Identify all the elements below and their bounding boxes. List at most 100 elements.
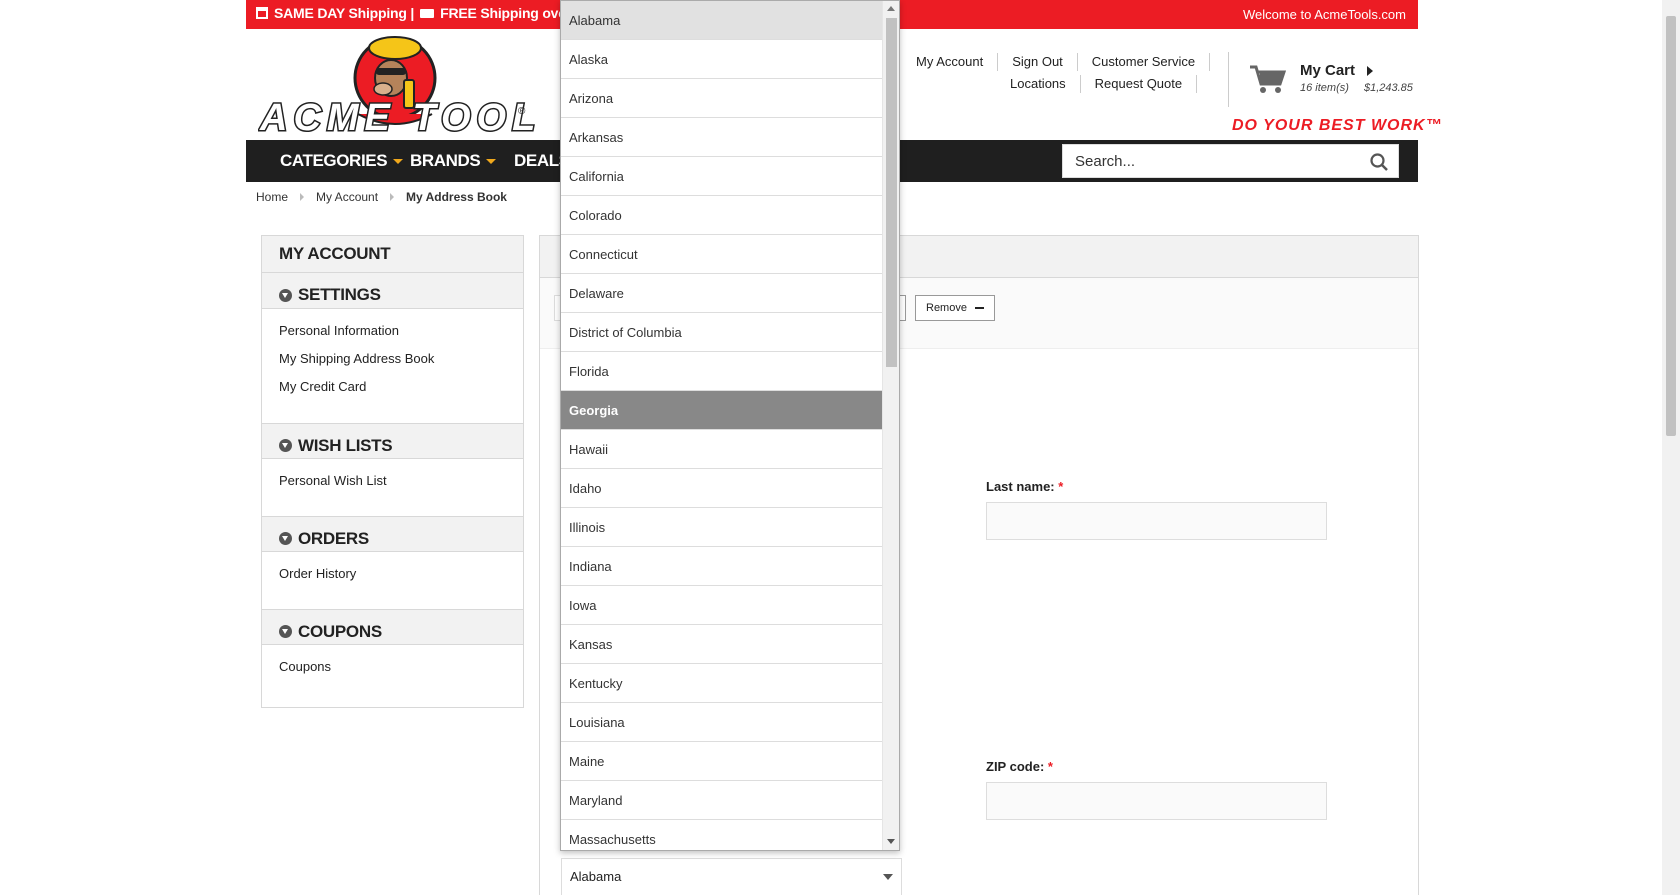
state-option[interactable]: Arizona bbox=[561, 79, 883, 118]
section-settings-body: Personal Information My Shipping Address… bbox=[262, 309, 523, 423]
chevron-down-icon bbox=[883, 874, 893, 880]
state-option[interactable]: Maryland bbox=[561, 781, 883, 820]
sidebar-item-personal-wish-list[interactable]: Personal Wish List bbox=[279, 471, 506, 499]
state-option[interactable]: Massachusetts bbox=[561, 820, 883, 850]
nav-categories-label: CATEGORIES bbox=[280, 151, 388, 170]
svg-text:®: ® bbox=[518, 106, 526, 117]
sign-out-link[interactable]: Sign Out bbox=[998, 53, 1078, 71]
last-name-label: Last name: * bbox=[986, 479, 1063, 494]
search-box bbox=[1062, 144, 1399, 178]
collapse-icon bbox=[279, 288, 292, 302]
zip-code-label: ZIP code: * bbox=[986, 759, 1053, 774]
state-option[interactable]: Alabama bbox=[561, 1, 883, 40]
zip-code-field[interactable] bbox=[986, 782, 1327, 820]
section-settings[interactable]: SETTINGS bbox=[262, 273, 523, 309]
sidebar-title: MY ACCOUNT bbox=[262, 236, 523, 273]
scroll-up-icon[interactable] bbox=[887, 6, 895, 11]
svg-text:ACME TOOLS: ACME TOOLS bbox=[259, 97, 538, 138]
remove-button-label: Remove bbox=[926, 302, 967, 314]
state-option[interactable]: Idaho bbox=[561, 469, 883, 508]
section-settings-title: SETTINGS bbox=[298, 285, 381, 304]
state-option[interactable]: District of Columbia bbox=[561, 313, 883, 352]
state-option[interactable]: Iowa bbox=[561, 586, 883, 625]
dropdown-scrollbar[interactable] bbox=[882, 1, 899, 850]
collapse-icon bbox=[279, 532, 292, 545]
section-orders-title: ORDERS bbox=[298, 528, 369, 548]
cart-total: $1,243.85 bbox=[1363, 82, 1413, 94]
state-option[interactable]: Colorado bbox=[561, 196, 883, 235]
welcome-text: Welcome to AcmeTools.com bbox=[1242, 7, 1406, 22]
state-option[interactable]: Kansas bbox=[561, 625, 883, 664]
locations-link[interactable]: Locations bbox=[996, 75, 1081, 93]
customer-service-link[interactable]: Customer Service bbox=[1078, 53, 1211, 71]
sidebar-item-personal-information[interactable]: Personal Information bbox=[279, 321, 506, 349]
section-coupons-body: Coupons bbox=[262, 645, 523, 697]
collapse-icon bbox=[279, 625, 292, 638]
breadcrumb-separator-icon bbox=[390, 193, 395, 201]
cart-divider bbox=[1228, 52, 1229, 107]
search-icon[interactable] bbox=[1370, 153, 1388, 171]
shopping-cart-icon bbox=[1250, 65, 1286, 93]
remove-address-button[interactable]: Remove bbox=[915, 295, 995, 321]
state-option[interactable]: Arkansas bbox=[561, 118, 883, 157]
section-orders-body: Order History bbox=[262, 552, 523, 609]
last-name-label-text: Last name: bbox=[986, 479, 1055, 494]
nav-categories[interactable]: CATEGORIES bbox=[280, 151, 404, 171]
sidebar-item-shipping-address-book[interactable]: My Shipping Address Book bbox=[279, 349, 506, 377]
chevron-down-icon bbox=[393, 158, 404, 164]
my-account-link[interactable]: My Account bbox=[902, 53, 999, 71]
same-day-shipping-text: SAME DAY Shipping | bbox=[274, 5, 415, 21]
state-option[interactable]: Maine bbox=[561, 742, 883, 781]
request-quote-link[interactable]: Request Quote bbox=[1081, 75, 1198, 93]
state-option[interactable]: Louisiana bbox=[561, 703, 883, 742]
section-orders[interactable]: ORDERS bbox=[262, 516, 523, 552]
shipping-promo[interactable]: SAME DAY Shipping | FREE Shipping over $… bbox=[256, 5, 598, 21]
state-option[interactable]: Illinois bbox=[561, 508, 883, 547]
page-scrollbar-thumb[interactable] bbox=[1666, 16, 1676, 436]
state-option[interactable]: Indiana bbox=[561, 547, 883, 586]
dropdown-scrollbar-thumb[interactable] bbox=[886, 18, 897, 367]
last-name-field[interactable] bbox=[986, 502, 1327, 540]
chevron-down-icon bbox=[486, 158, 497, 164]
sidebar-item-order-history[interactable]: Order History bbox=[279, 564, 506, 592]
section-wish-lists[interactable]: WISH LISTS bbox=[262, 423, 523, 459]
calendar-icon bbox=[256, 7, 268, 19]
breadcrumb-separator-icon bbox=[300, 193, 305, 201]
state-select[interactable]: Alabama bbox=[561, 858, 902, 895]
state-option[interactable]: Delaware bbox=[561, 274, 883, 313]
collapse-icon bbox=[279, 439, 292, 452]
nav-brands[interactable]: BRANDS bbox=[410, 151, 497, 171]
state-option[interactable]: Alaska bbox=[561, 40, 883, 79]
scroll-down-icon[interactable] bbox=[887, 839, 895, 844]
breadcrumb-home[interactable]: Home bbox=[256, 190, 288, 204]
section-coupons-title: COUPONS bbox=[298, 621, 382, 641]
required-mark: * bbox=[1047, 759, 1053, 774]
state-option[interactable]: California bbox=[561, 157, 883, 196]
breadcrumb-current: My Address Book bbox=[406, 190, 507, 204]
sidebar-item-credit-card[interactable]: My Credit Card bbox=[279, 377, 506, 405]
required-mark: * bbox=[1058, 479, 1064, 494]
state-option[interactable]: Florida bbox=[561, 352, 883, 391]
section-wish-lists-body: Personal Wish List bbox=[262, 459, 523, 516]
section-coupons[interactable]: COUPONS bbox=[262, 609, 523, 645]
state-option[interactable]: Georgia bbox=[561, 391, 883, 430]
search-input[interactable] bbox=[1063, 145, 1353, 177]
breadcrumb-my-account[interactable]: My Account bbox=[316, 190, 378, 204]
sidebar-title-text: MY ACCOUNT bbox=[279, 244, 391, 263]
breadcrumb: Home My Account My Address Book bbox=[256, 190, 507, 204]
tagline: DO YOUR BEST WORK™ bbox=[1232, 117, 1443, 134]
state-option[interactable]: Hawaii bbox=[561, 430, 883, 469]
section-wish-lists-title: WISH LISTS bbox=[298, 435, 393, 455]
acme-tools-logo[interactable]: ACME TOOLS ACME TOOLS ® bbox=[258, 34, 568, 141]
header-links: My Account Sign Out Customer Service Loc… bbox=[902, 52, 1211, 93]
sidebar-item-coupons[interactable]: Coupons bbox=[279, 657, 506, 685]
account-sidebar: MY ACCOUNT SETTINGS Personal Information… bbox=[261, 235, 524, 708]
zip-code-label-text: ZIP code: bbox=[986, 759, 1045, 774]
nav-brands-label: BRANDS bbox=[410, 151, 481, 170]
state-option[interactable]: Kentucky bbox=[561, 664, 883, 703]
page-scrollbar[interactable] bbox=[1662, 0, 1680, 895]
truck-icon bbox=[420, 8, 435, 18]
state-select-value: Alabama bbox=[570, 869, 622, 884]
state-dropdown-list: Alabama Alaska Arizona Arkansas California Co… bbox=[560, 0, 900, 851]
state-option[interactable]: Connecticut bbox=[561, 235, 883, 274]
